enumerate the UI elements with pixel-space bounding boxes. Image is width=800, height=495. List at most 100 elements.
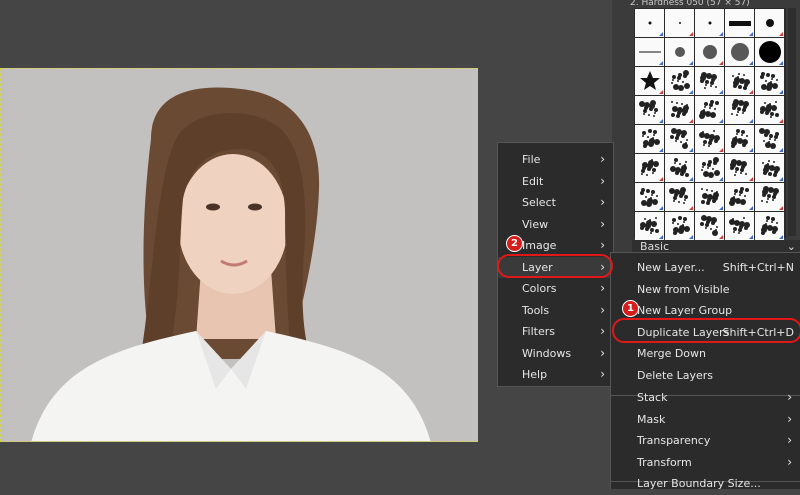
step-1-badge: 1	[622, 300, 639, 317]
soft-large-brush-icon[interactable]	[725, 38, 754, 66]
menu-item-mask[interactable]: Mask ›	[611, 409, 800, 431]
menu-item-label: Select	[522, 196, 556, 209]
sponge-brush-icon[interactable]	[725, 125, 754, 153]
chevron-right-icon: ›	[600, 302, 605, 317]
menu-item-windows[interactable]: Windows ›	[498, 343, 613, 365]
chalk-brush-icon[interactable]	[665, 212, 694, 240]
menu-item-label: Tools	[522, 303, 550, 317]
chevron-right-icon: ›	[600, 152, 605, 166]
dot-small-brush-icon[interactable]	[665, 9, 694, 37]
menu-item-label: File	[522, 153, 541, 166]
menu-item-label: New Layer Group	[637, 304, 733, 317]
brushes-grid[interactable]	[634, 8, 786, 240]
menu-item-view[interactable]: View ›	[498, 214, 613, 236]
chevron-right-icon: ›	[787, 433, 792, 447]
grunge-brush-icon[interactable]	[665, 96, 694, 124]
chalk-brush-icon[interactable]	[695, 212, 724, 240]
noise-brush-icon[interactable]	[665, 183, 694, 211]
splatter-brush-icon[interactable]	[635, 96, 664, 124]
chalk-brush-icon[interactable]	[725, 212, 754, 240]
chevron-right-icon: ›	[600, 367, 605, 381]
menu-item-transform[interactable]: Transform ›	[611, 452, 800, 474]
brushes-header: 2. Hardness 050 (57 × 57)	[630, 0, 750, 8]
chevron-right-icon: ›	[787, 454, 792, 469]
soft-medium-brush-icon[interactable]	[695, 38, 724, 66]
menu-item-label: Merge Down	[637, 347, 707, 360]
menu-item-label: Transform	[637, 455, 692, 469]
menu-item-label: New from Visible	[637, 282, 730, 296]
menu-item-delete-layers[interactable]: Delete Layers	[611, 365, 800, 387]
menu-item-stack[interactable]: Stack ›	[611, 387, 800, 409]
texture-brush-icon[interactable]	[635, 154, 664, 182]
grunge-brush-icon[interactable]	[695, 96, 724, 124]
scatter-brush-icon[interactable]	[725, 96, 754, 124]
menu-item-label: Colors	[522, 282, 557, 295]
sponge-brush-icon[interactable]	[635, 125, 664, 153]
sponge-brush-icon[interactable]	[665, 125, 694, 153]
layer-submenu: New Layer... Shift+Ctrl+N New from Visible…	[610, 252, 800, 490]
chevron-right-icon: ›	[600, 195, 605, 209]
brushes-scrollbar[interactable]	[788, 8, 796, 236]
splatter-brush-icon[interactable]	[755, 67, 784, 95]
menu-item-new-from-visible[interactable]: New from Visible	[611, 279, 800, 301]
step-2-badge: 2	[506, 235, 523, 252]
layer-highlight-ring	[497, 254, 613, 278]
chevron-right-icon: ›	[600, 173, 605, 188]
menu-item-label: Layer Boundary Size...	[637, 477, 761, 490]
grass-brush-icon[interactable]	[695, 154, 724, 182]
line-brush-icon[interactable]	[635, 38, 664, 66]
dot-medium-brush-icon[interactable]	[755, 9, 784, 37]
hard-large-brush-icon[interactable]	[755, 38, 784, 66]
chevron-right-icon: ›	[600, 216, 605, 231]
branch-brush-icon[interactable]	[755, 154, 784, 182]
dot-brush-icon[interactable]	[635, 9, 664, 37]
menu-item-new-layer[interactable]: New Layer... Shift+Ctrl+N	[611, 257, 800, 279]
menu-item-edit[interactable]: Edit ›	[498, 171, 613, 193]
menu-item-transparency[interactable]: Transparency ›	[611, 430, 800, 452]
menu-item-merge-down[interactable]: Merge Down	[611, 343, 800, 365]
chalk-brush-icon[interactable]	[635, 212, 664, 240]
duplicate-layers-highlight-ring	[612, 318, 800, 343]
chevron-right-icon: ›	[600, 324, 605, 338]
menu-item-label: Filters	[522, 325, 555, 338]
noise-brush-icon[interactable]	[755, 183, 784, 211]
menu-item-file[interactable]: File ›	[498, 149, 613, 171]
dot-tiny-brush-icon[interactable]	[695, 9, 724, 37]
menu-item-layer-boundary-size[interactable]: Layer Boundary Size...	[611, 473, 800, 495]
sponge-brush-icon[interactable]	[755, 125, 784, 153]
star-brush-icon[interactable]	[635, 67, 664, 95]
leaf-brush-icon[interactable]	[725, 154, 754, 182]
menu-item-filters[interactable]: Filters ›	[498, 321, 613, 343]
bar-brush-icon[interactable]	[725, 9, 754, 37]
menu-item-shortcut: Shift+Ctrl+N	[722, 261, 794, 274]
grunge-brush-icon[interactable]	[755, 96, 784, 124]
texture-brush-icon[interactable]	[665, 67, 694, 95]
menu-item-label: New Layer...	[637, 261, 705, 274]
chalk-brush-icon[interactable]	[755, 212, 784, 240]
menu-item-label: Windows	[522, 346, 572, 360]
chevron-right-icon: ›	[600, 281, 605, 295]
menu-item-label: Help	[522, 368, 548, 381]
menu-item-label: Mask	[637, 412, 666, 426]
portrait-photo	[1, 69, 477, 441]
splatter-brush-icon[interactable]	[725, 67, 754, 95]
noise-brush-icon[interactable]	[725, 183, 754, 211]
menu-item-label: Edit	[522, 174, 544, 188]
menu-item-label: Stack	[637, 391, 668, 404]
menu-item-select[interactable]: Select ›	[498, 192, 613, 214]
noise-brush-icon[interactable]	[635, 183, 664, 211]
menu-item-tools[interactable]: Tools ›	[498, 300, 613, 322]
splatter-brush-icon[interactable]	[695, 67, 724, 95]
menu-item-label: Delete Layers	[637, 368, 714, 382]
chevron-right-icon: ›	[787, 390, 792, 404]
chevron-right-icon: ›	[787, 411, 792, 426]
soft-small-brush-icon[interactable]	[665, 38, 694, 66]
canvas-image[interactable]	[0, 68, 478, 442]
sponge-brush-icon[interactable]	[695, 125, 724, 153]
menu-item-label: Image	[522, 239, 557, 252]
menu-item-colors[interactable]: Colors ›	[498, 278, 613, 300]
menu-item-help[interactable]: Help ›	[498, 364, 613, 386]
menu-item-label: Transparency	[637, 434, 711, 447]
hatch-brush-icon[interactable]	[665, 154, 694, 182]
noise-brush-icon[interactable]	[695, 183, 724, 211]
